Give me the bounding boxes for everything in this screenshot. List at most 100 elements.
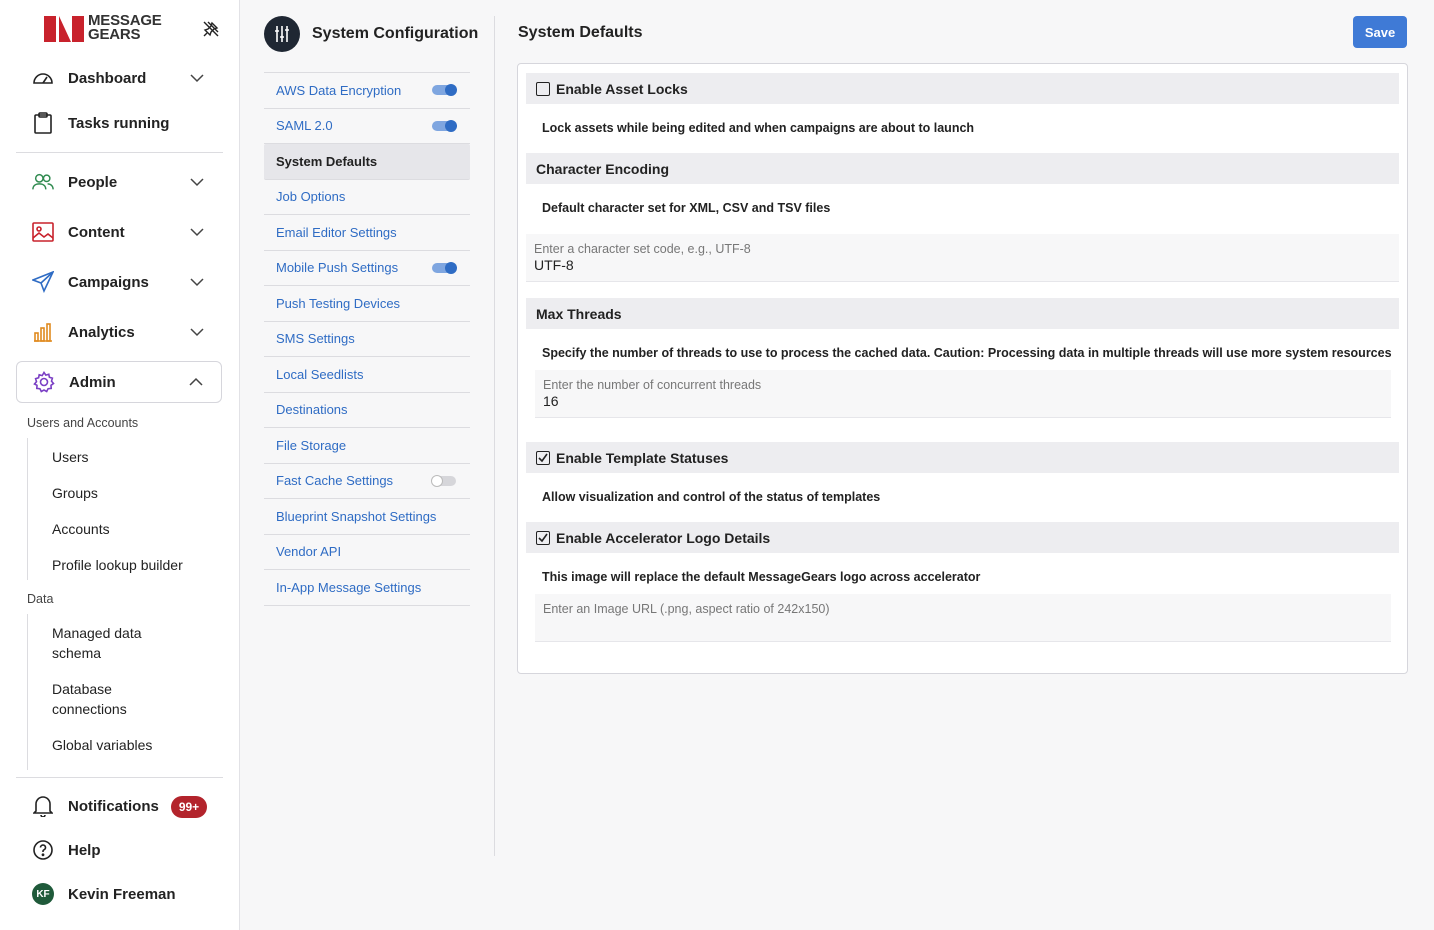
character-encoding-input[interactable]: Enter a character set code, e.g., UTF-8 … [526,234,1399,282]
nav-tasks-label: Tasks running [68,114,170,132]
logo-details-label: Enable Accelerator Logo Details [556,529,771,546]
character-encoding-label: Character Encoding [536,160,670,177]
sub-item-groups[interactable]: Groups [52,483,222,503]
config-item-local-seedlists[interactable]: Local Seedlists [264,357,470,393]
section-line [27,614,28,770]
asset-locks-header: Enable Asset Locks [526,73,1399,104]
nav-people[interactable]: People [16,162,222,202]
max-threads-header: Max Threads [526,298,1399,329]
config-item-system-defaults[interactable]: System Defaults [264,144,470,180]
nav-dashboard-label: Dashboard [68,69,147,87]
character-encoding-placeholder: Enter a character set code, e.g., UTF-8 [534,242,751,256]
config-item-aws-data-encryption[interactable]: AWS Data Encryption [264,73,470,109]
help-icon [32,839,54,861]
logo-details-checkbox[interactable] [536,530,550,545]
chevron-down-icon [190,175,204,189]
config-item-email-editor-settings[interactable]: Email Editor Settings [264,215,470,251]
character-encoding-value: UTF-8 [534,257,574,273]
logo-details-header: Enable Accelerator Logo Details [526,522,1399,553]
checkmark-icon [538,533,548,542]
character-encoding-description: Default character set for XML, CSV and T… [542,201,831,215]
notifications-badge: 99+ [171,796,207,818]
config-item-job-options[interactable]: Job Options [264,180,470,215]
sub-item-database-connections[interactable]: Database connections [52,679,172,719]
nav-divider [16,777,223,778]
template-statuses-label: Enable Template Statuses [556,449,729,466]
sidebar: MESSAGE GEARS Dashboard Tasks running Pe… [0,0,240,930]
nav-dashboard[interactable]: Dashboard [16,58,222,98]
nav-campaigns-label: Campaigns [68,273,149,291]
config-item-file-storage[interactable]: File Storage [264,428,470,464]
sub-item-accounts[interactable]: Accounts [52,519,222,539]
chevron-down-icon [190,225,204,239]
toggle-switch[interactable] [431,474,456,487]
sub-item-global-variables[interactable]: Global variables [52,735,222,755]
config-item-label: Email Editor Settings [276,224,397,240]
toggle-switch[interactable] [432,261,457,274]
sub-item-managed-data-schema[interactable]: Managed data schema [52,623,172,663]
asset-locks-description: Lock assets while being edited and when … [542,121,975,135]
section-line [27,438,28,580]
asset-locks-label: Enable Asset Locks [556,80,688,97]
config-item-label: Mobile Push Settings [276,260,399,276]
nav-admin[interactable]: Admin [16,361,222,403]
user-name: Kevin Freeman [68,885,176,903]
nav-tasks-running[interactable]: Tasks running [16,103,222,143]
config-item-label: SAML 2.0 [276,118,333,134]
dashboard-gauge-icon [32,67,54,89]
config-item-label: SMS Settings [276,331,355,347]
nav-divider [16,152,223,153]
config-menu: AWS Data Encryption SAML 2.0 System Defa… [264,72,470,606]
sub-item-profile-lookup-builder[interactable]: Profile lookup builder [52,555,222,575]
image-icon [32,221,54,243]
save-button[interactable]: Save [1353,16,1407,48]
logo-line-2: GEARS [88,26,141,43]
avatar: KF [32,883,54,905]
config-item-saml[interactable]: SAML 2.0 [264,109,470,144]
config-title: System Configuration [312,25,479,42]
chevron-down-icon [190,325,204,339]
unpin-icon[interactable] [202,20,220,38]
config-item-push-testing-devices[interactable]: Push Testing Devices [264,286,470,322]
toggle-switch[interactable] [432,119,457,132]
nav-help[interactable]: Help [16,830,222,870]
nav-user-profile[interactable]: KF Kevin Freeman [16,874,222,914]
asset-locks-checkbox[interactable] [536,81,550,96]
config-item-label: In-App Message Settings [276,579,422,595]
max-threads-input[interactable]: Enter the number of concurrent threads 1… [535,370,1391,418]
config-item-label: Blueprint Snapshot Settings [276,508,437,524]
data-section-label: Data [27,592,54,606]
paper-plane-icon [32,271,54,293]
config-item-label: File Storage [276,437,347,453]
checkmark-icon [538,453,548,462]
messagegears-logo[interactable]: MESSAGE GEARS [44,13,174,44]
config-item-vendor-api[interactable]: Vendor API [264,535,470,570]
nav-content[interactable]: Content [16,212,222,252]
nav-admin-label: Admin [69,373,116,391]
logo-mark-icon [44,16,86,42]
sub-item-users[interactable]: Users [52,447,222,467]
nav-analytics-label: Analytics [68,323,135,341]
config-item-in-app-message-settings[interactable]: In-App Message Settings [264,570,470,606]
gear-icon [33,371,55,393]
config-item-fast-cache-settings[interactable]: Fast Cache Settings [264,464,470,499]
people-icon [32,171,54,193]
config-item-label: Vendor API [276,544,342,560]
template-statuses-checkbox[interactable] [536,450,550,465]
config-item-sms-settings[interactable]: SMS Settings [264,322,470,357]
character-encoding-header: Character Encoding [526,153,1399,184]
config-item-label: Job Options [276,189,346,205]
nav-campaigns[interactable]: Campaigns [16,262,222,302]
config-item-blueprint-snapshot-settings[interactable]: Blueprint Snapshot Settings [264,499,470,535]
max-threads-description: Specify the number of threads to use to … [542,346,1392,360]
nav-analytics[interactable]: Analytics [16,312,222,352]
page-title: System Defaults [518,24,643,41]
sliders-icon [264,16,300,52]
panel-divider [494,16,495,856]
toggle-switch[interactable] [432,84,457,96]
config-item-mobile-push-settings[interactable]: Mobile Push Settings [264,251,470,286]
config-item-label: AWS Data Encryption [276,82,402,98]
nav-people-label: People [68,173,118,191]
config-item-destinations[interactable]: Destinations [264,393,470,428]
logo-url-input[interactable]: Enter an Image URL (.png, aspect ratio o… [535,594,1391,642]
